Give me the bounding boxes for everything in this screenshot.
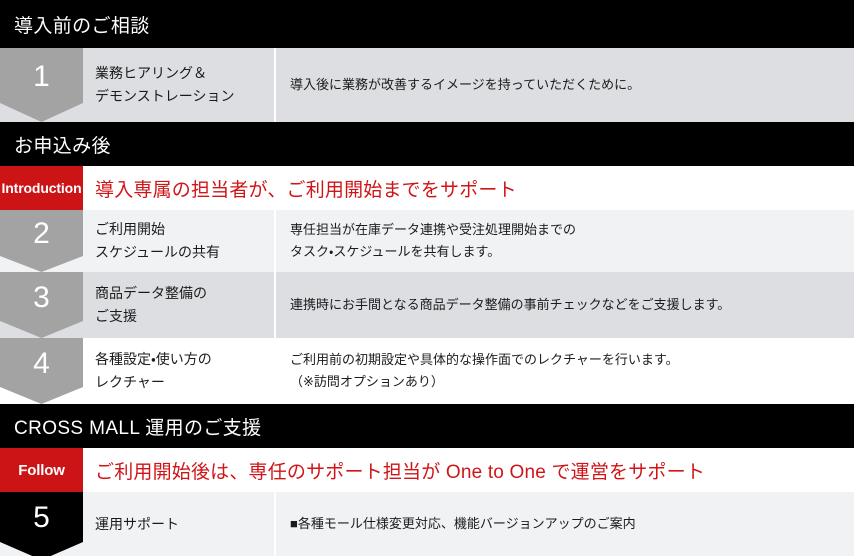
step-detail-2-line-2: タスク・スケジュールを共有します。 [290,244,501,259]
step-detail-2-line-1: 専任担当が在庫データ連携や受注処理開始までの [290,221,577,237]
step-marker-2: 2 [0,210,83,272]
step-title-3-line-1: 商品データ整備の [95,285,207,302]
step-title-2-line-2: スケジュールの共有 [95,244,221,260]
step-title-1: 業務ヒアリング＆ デモンストレーション [83,48,276,122]
step-row-2: 2 ご利用開始 スケジュールの共有 専任担当が在庫データ連携や受注処理開始までの… [0,210,854,272]
step-detail-4-line-2: （※訪問オプションあり） [290,374,444,389]
step-title-4-line-1: 各種設定・使い方の [95,351,212,368]
step-title-5-line-1: 運用サポート [95,515,179,532]
step-detail-4: ご利用前の初期設定や具体的な操作面でのレクチャーを行います。 （※訪問オプション… [276,338,854,404]
step-row-4: 4 各種設定・使い方の レクチャー ご利用前の初期設定や具体的な操作面でのレクチ… [0,338,854,404]
pentagon-shape-5 [0,492,83,556]
step-row-5: 5 運用サポート ■各種モール仕様変更対応、機能バージョンアップのご案内 [0,492,854,556]
section-header-cross-mall-operation: CROSS MALL 運用のご支援 [0,404,854,448]
step-title-2: ご利用開始 スケジュールの共有 [83,210,276,272]
step-row-1: 1 業務ヒアリング＆ デモンストレーション 導入後に業務が改善するイメージを持っ… [0,48,854,122]
step-detail-4-line-1: ご利用前の初期設定や具体的な操作面でのレクチャーを行います。 [290,351,679,367]
banner-badge-introduction: Introduction [0,166,83,210]
step-marker-3: 3 [0,272,83,338]
section-header-after-application: お申込み後 [0,122,854,166]
section-header-pre-consultation: 導入前のご相談 [0,0,854,48]
banner-text-introduction: 導入専属の担当者が、ご利用開始までをサポート [95,179,517,201]
support-flow-page: 導入前のご相談 1 業務ヒアリング＆ デモンストレーション 導入後に業務が改善す… [0,0,854,556]
step-marker-4: 4 [0,338,83,404]
pentagon-shape-3 [0,272,83,338]
step-detail-5: ■各種モール仕様変更対応、機能バージョンアップのご案内 [276,492,854,556]
step-detail-1-line-1: 導入後に業務が改善するイメージを持っていただくために。 [290,76,641,92]
step-title-1-line-1: 業務ヒアリング＆ [95,65,207,82]
pentagon-shape-1 [0,48,83,122]
step-marker-5: 5 [0,492,83,556]
step-title-4: 各種設定・使い方の レクチャー [83,338,276,404]
step-detail-3: 連携時にお手間となる商品データ整備の事前チェックなどをご支援します。 [276,272,854,338]
banner-badge-follow: Follow [0,448,83,492]
step-row-3: 3 商品データ整備の ご支援 連携時にお手間となる商品データ整備の事前チェックな… [0,272,854,338]
step-title-3: 商品データ整備の ご支援 [83,272,276,338]
banner-row-introduction: Introduction 導入専属の担当者が、ご利用開始までをサポート [0,166,854,210]
banner-row-follow: Follow ご利用開始後は、専任のサポート担当が One to One で運営… [0,448,854,492]
pentagon-shape-4 [0,338,83,404]
step-detail-5-line-1: ■各種モール仕様変更対応、機能バージョンアップのご案内 [290,515,636,531]
step-title-5: 運用サポート [83,492,276,556]
step-title-3-line-2: ご支援 [95,308,137,324]
step-detail-2: 専任担当が在庫データ連携や受注処理開始までの タスク・スケジュールを共有します。 [276,210,854,272]
step-detail-3-line-1: 連携時にお手間となる商品データ整備の事前チェックなどをご支援します。 [290,296,731,312]
step-detail-1: 導入後に業務が改善するイメージを持っていただくために。 [276,48,854,122]
step-title-2-line-1: ご利用開始 [95,221,165,238]
step-title-4-line-2: レクチャー [95,374,165,390]
step-title-1-line-2: デモンストレーション [95,88,235,104]
banner-text-follow: ご利用開始後は、専任のサポート担当が One to One で運営をサポート [95,461,706,483]
pentagon-shape-2 [0,210,83,272]
step-marker-1: 1 [0,48,83,122]
